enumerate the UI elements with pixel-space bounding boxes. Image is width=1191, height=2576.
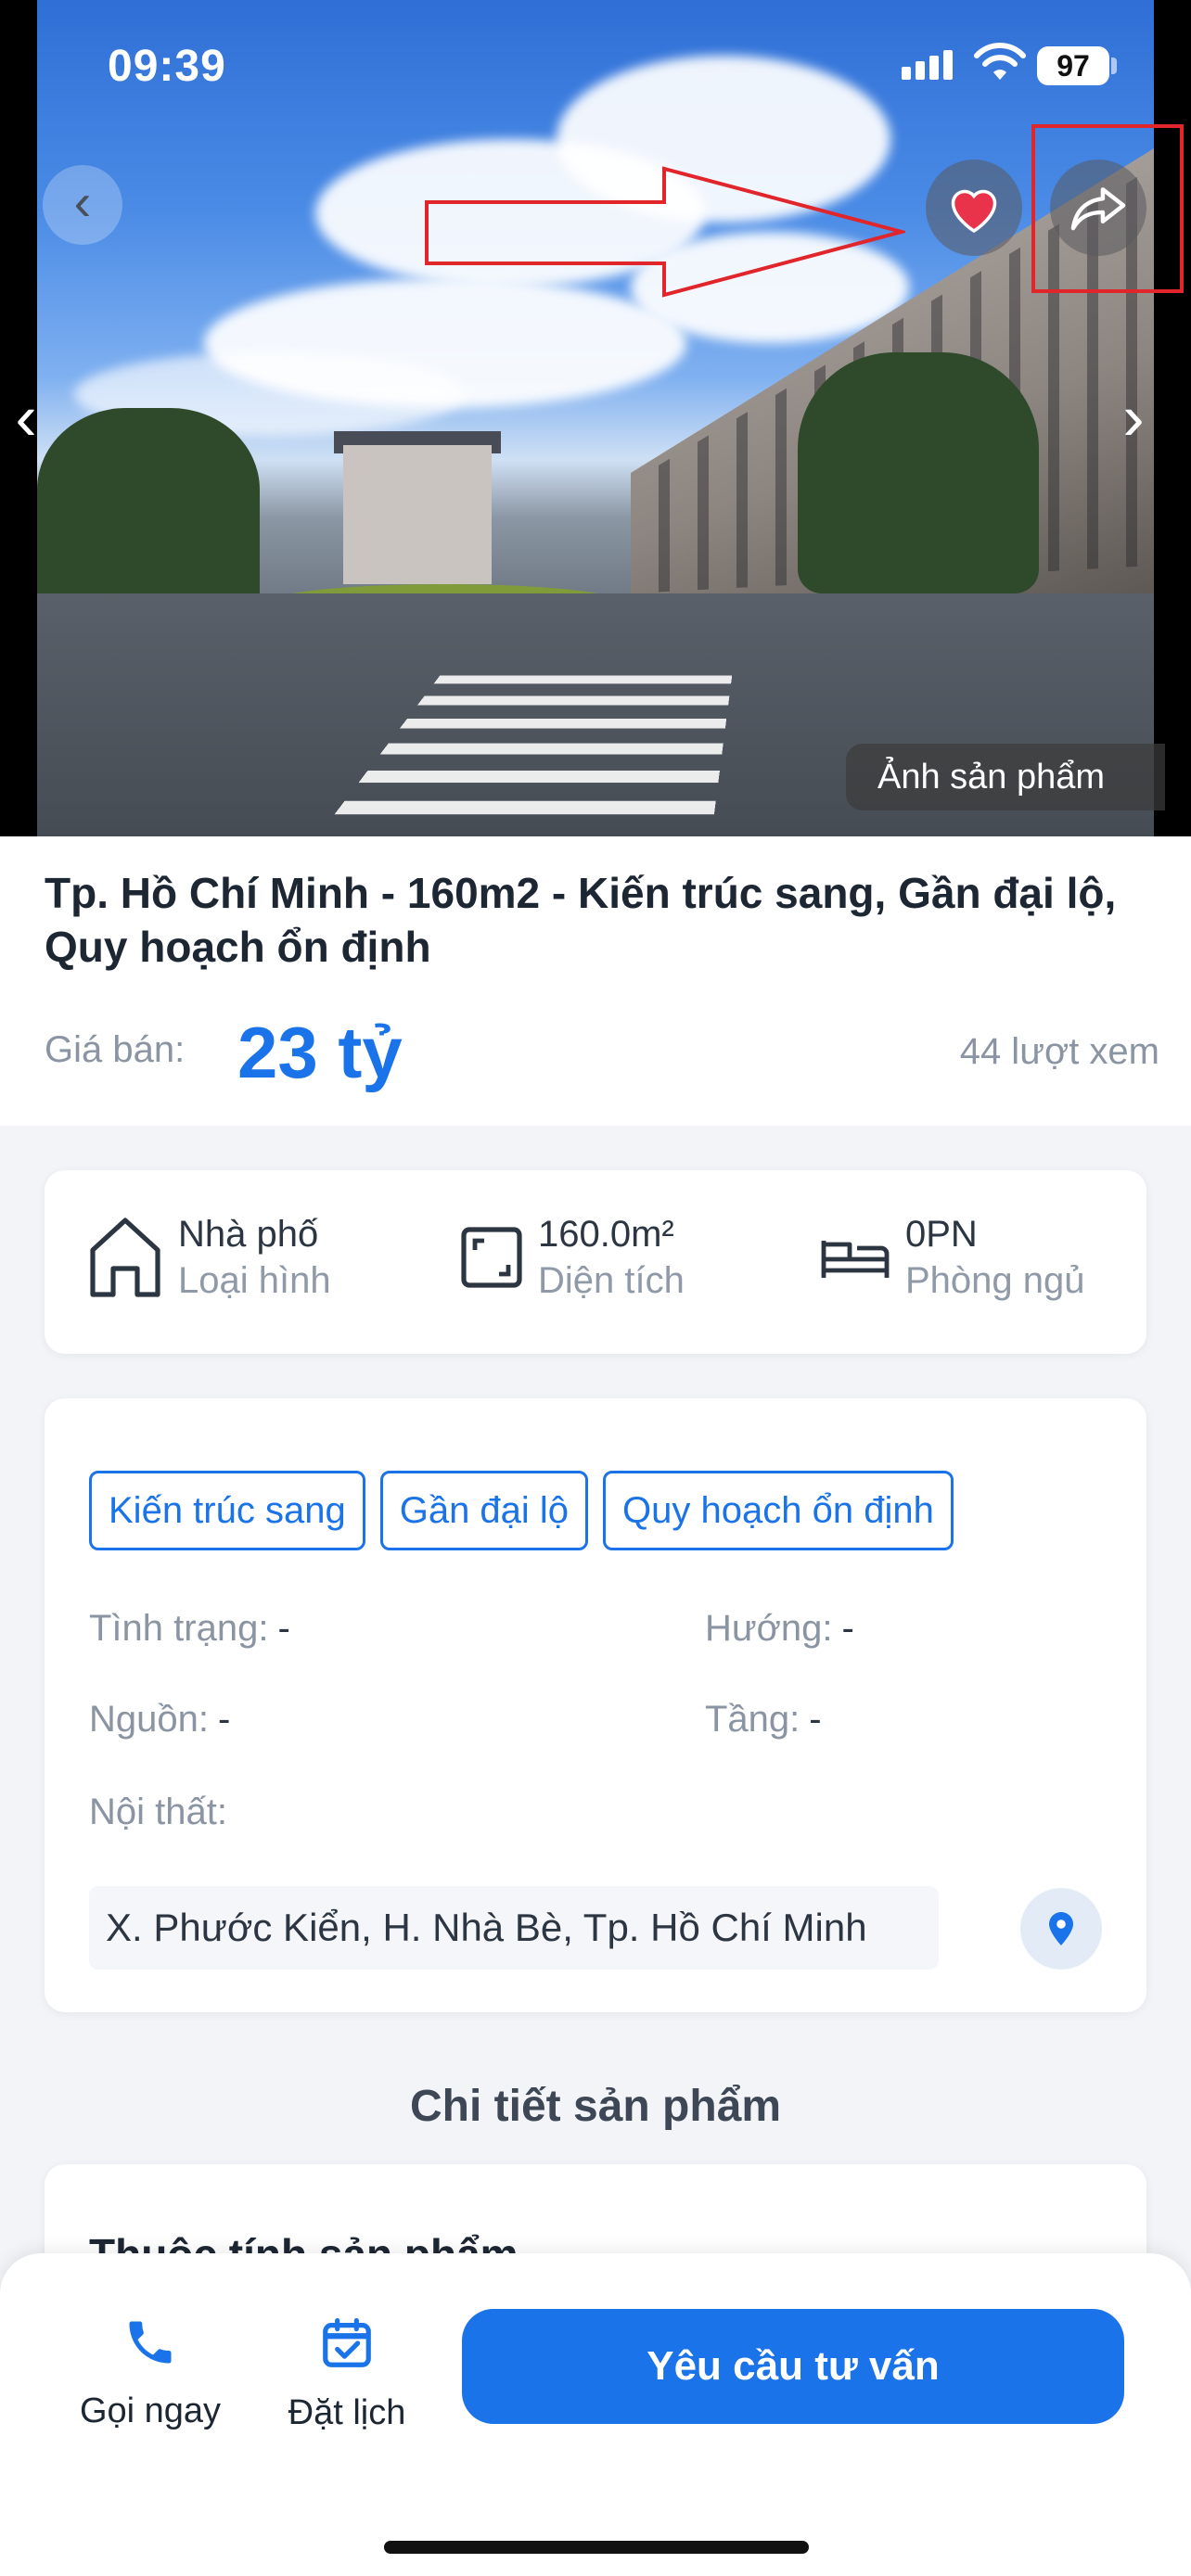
house-icon xyxy=(90,1218,160,1297)
attr-label: Tầng: xyxy=(705,1699,800,1740)
wifi-icon xyxy=(974,43,1026,80)
location-pin-icon xyxy=(1049,1912,1073,1945)
attr-value: - xyxy=(809,1699,822,1740)
annotation-highlight-box xyxy=(1031,124,1184,293)
attr-value: - xyxy=(277,1608,290,1649)
favorite-button[interactable] xyxy=(926,159,1022,256)
battery-indicator: 97 xyxy=(1037,46,1109,85)
view-count: 44 lượt xem xyxy=(959,1031,1159,1072)
attr-status: Tình trạng: - xyxy=(89,1608,290,1650)
spec-label: Loại hình xyxy=(178,1260,331,1301)
bottom-action-bar: Gọi ngay Đặt lịch Yêu cầu tư vấn xyxy=(0,2253,1191,2576)
calendar-check-icon xyxy=(323,2317,371,2367)
spec-bedrooms: 0PN Phòng ngủ xyxy=(818,1211,1085,1304)
spec-value: 0PN xyxy=(905,1214,978,1255)
heart-icon xyxy=(951,189,997,234)
prev-image-arrow[interactable]: ‹ xyxy=(7,380,45,454)
annotation-arrow xyxy=(425,166,905,298)
request-consultation-button[interactable]: Yêu cầu tư vấn xyxy=(462,2309,1124,2424)
cellular-signal-icon xyxy=(902,50,953,80)
spec-label: Diện tích xyxy=(538,1260,685,1301)
phone-icon xyxy=(129,2321,172,2364)
attr-direction: Hướng: - xyxy=(705,1608,854,1650)
back-button[interactable]: ‹ xyxy=(43,165,122,245)
attr-floor: Tầng: - xyxy=(705,1699,822,1741)
area-icon xyxy=(461,1227,522,1288)
details-card: Kiến trúc sang Gần đại lộ Quy hoạch ổn đ… xyxy=(45,1398,1146,2012)
status-bar: 09:39 97 xyxy=(0,0,1191,139)
status-time: 09:39 xyxy=(108,42,226,91)
attr-value: - xyxy=(217,1699,231,1740)
price-label: Giá bán: xyxy=(45,1029,186,1070)
tag-list: Kiến trúc sang Gần đại lộ Quy hoạch ổn đ… xyxy=(89,1471,954,1550)
spec-value: 160.0m² xyxy=(538,1214,674,1255)
tag-chip[interactable]: Gần đại lộ xyxy=(379,1471,589,1550)
call-now-label: Gọi ngay xyxy=(79,2391,222,2430)
spec-value: Nhà phố xyxy=(178,1214,319,1255)
address-text: X. Phước Kiển, H. Nhà Bè, Tp. Hồ Chí Min… xyxy=(89,1886,939,1970)
call-now-button[interactable]: Gọi ngay xyxy=(67,2315,234,2431)
attr-label: Hướng: xyxy=(705,1608,833,1649)
photo-label: Ảnh sản phẩm xyxy=(846,744,1165,810)
schedule-label: Đặt lịch xyxy=(288,2393,406,2432)
listing-summary: Tp. Hồ Chí Minh - 160m2 - Kiến trúc sang… xyxy=(0,836,1191,1126)
attr-value: - xyxy=(841,1608,854,1649)
attr-label: Nguồn: xyxy=(89,1699,209,1740)
specs-card: Nhà phố Loại hình 160.0m² Diện tích 0PN … xyxy=(45,1170,1146,1354)
attr-furniture: Nội thất: xyxy=(89,1792,227,1833)
tag-chip[interactable]: Kiến trúc sang xyxy=(89,1471,365,1550)
tag-chip[interactable]: Quy hoạch ổn định xyxy=(603,1471,954,1550)
next-image-arrow[interactable]: › xyxy=(1115,380,1152,454)
attr-label: Tình trạng: xyxy=(89,1608,269,1649)
listing-detail-screen: ‹ › ‹ Ảnh sản phẩm 09:39 97 Tp. Hồ Chí M… xyxy=(0,0,1191,2576)
section-title: Chi tiết sản phẩm xyxy=(409,2082,782,2131)
attr-source: Nguồn: - xyxy=(89,1699,230,1741)
map-button[interactable] xyxy=(1020,1888,1102,1970)
attr-label: Nội thất: xyxy=(89,1792,227,1832)
price-value: 23 tỷ xyxy=(237,1012,403,1093)
bed-icon xyxy=(821,1241,890,1278)
battery-tip xyxy=(1111,57,1117,74)
spec-area: 160.0m² Diện tích xyxy=(458,1211,685,1304)
image-carousel[interactable]: ‹ › ‹ Ảnh sản phẩm 09:39 97 xyxy=(0,0,1191,836)
home-indicator xyxy=(384,2541,809,2554)
listing-title: Tp. Hồ Chí Minh - 160m2 - Kiến trúc sang… xyxy=(45,869,1117,971)
spec-property-type: Nhà phố Loại hình xyxy=(85,1211,331,1304)
spec-label: Phòng ngủ xyxy=(905,1260,1085,1301)
schedule-button[interactable]: Đặt lịch xyxy=(263,2315,430,2433)
